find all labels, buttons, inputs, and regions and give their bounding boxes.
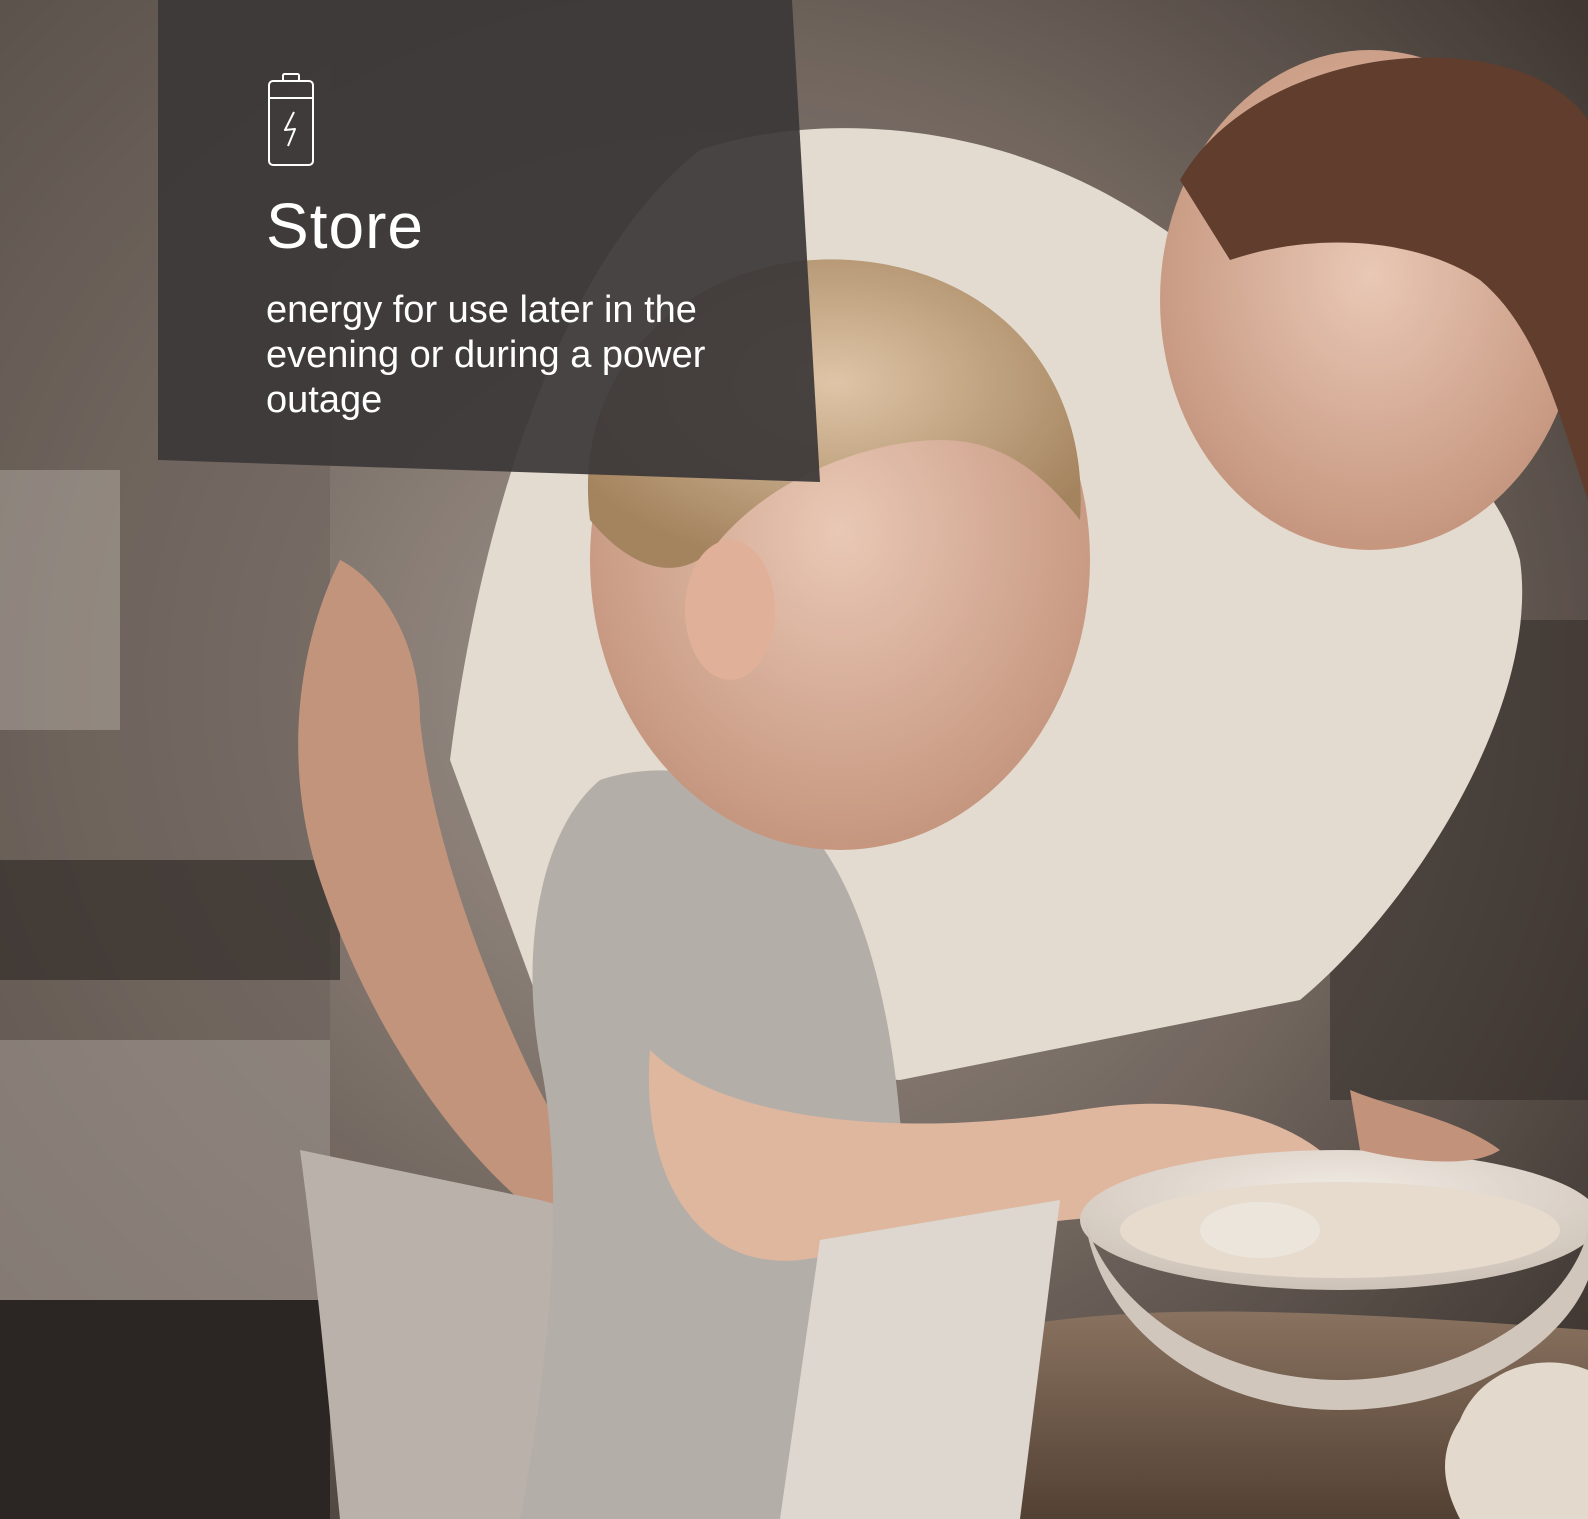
panel-content: Store energy for use later in the evenin… xyxy=(266,72,766,423)
panel-title: Store xyxy=(266,190,424,262)
panel-subtitle: energy for use later in the evening or d… xyxy=(266,289,706,421)
hero-image-section: Store energy for use later in the evenin… xyxy=(0,0,1588,1519)
battery-charging-icon xyxy=(268,73,314,166)
info-panel xyxy=(0,0,1588,1519)
